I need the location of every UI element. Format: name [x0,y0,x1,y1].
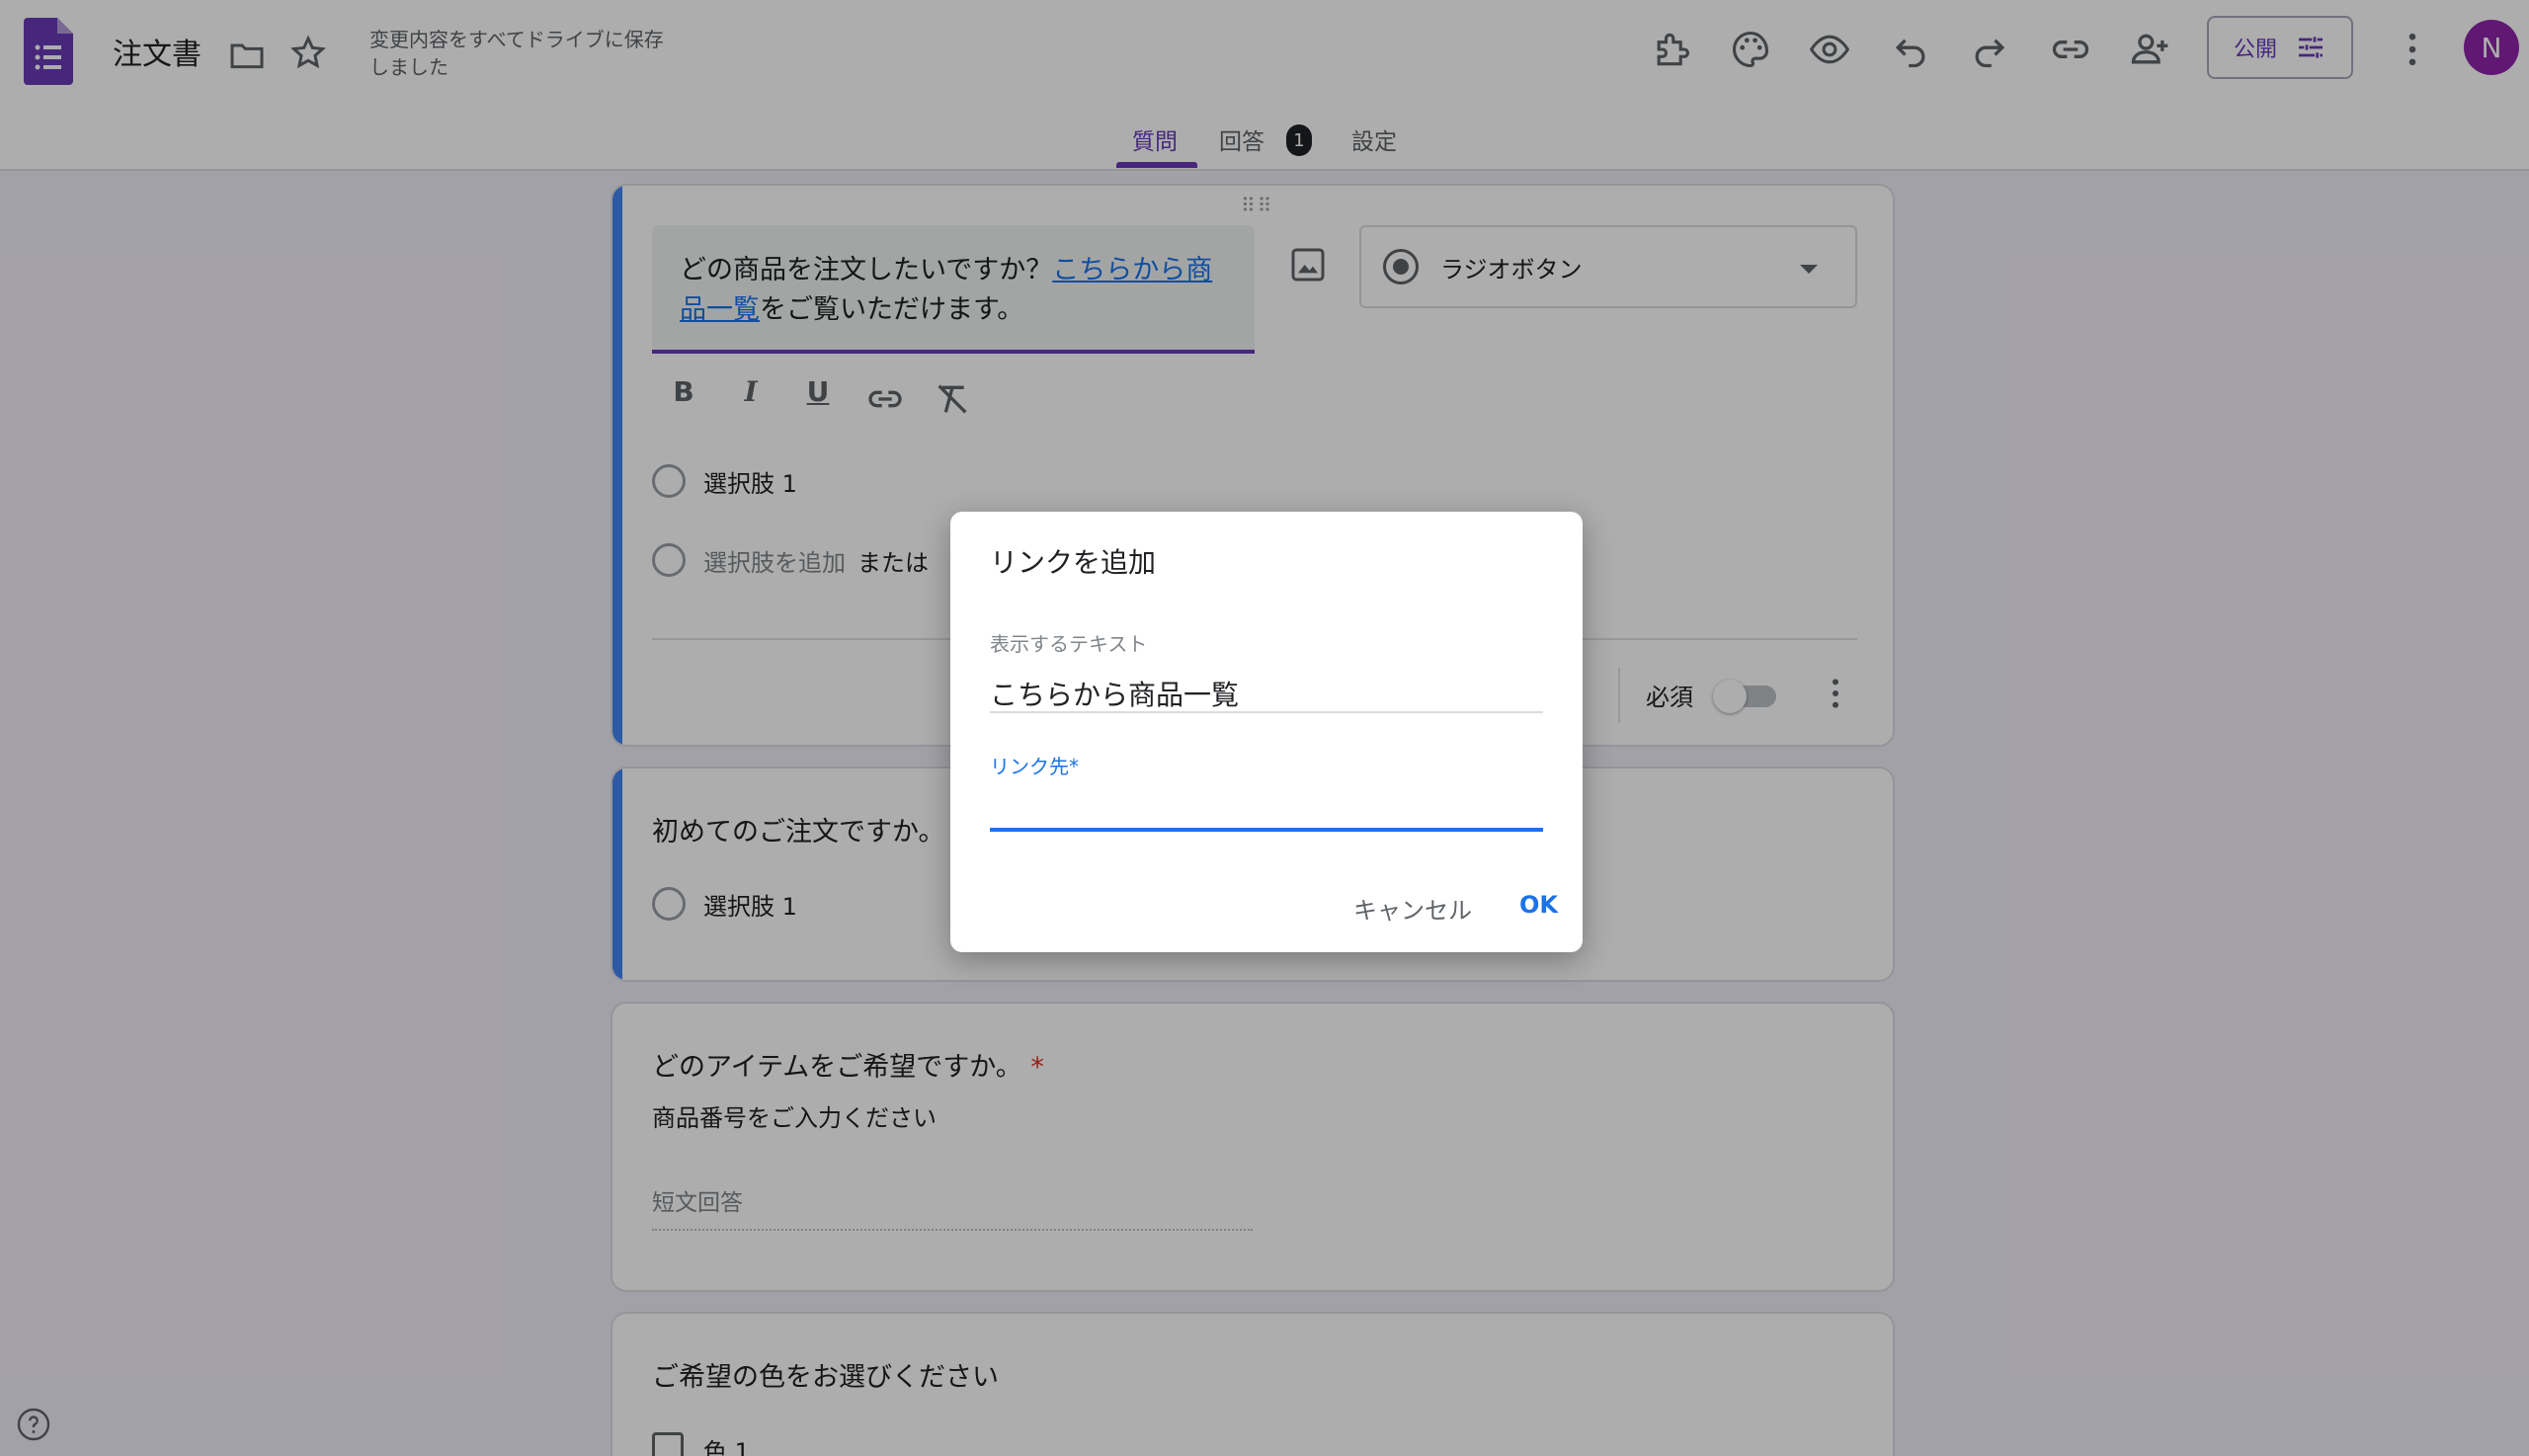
dialog-title: リンクを追加 [990,546,1157,579]
add-link-dialog: リンクを追加 表示するテキスト こちらから商品一覧 リンク先* キャンセル OK [950,512,1583,952]
cancel-button[interactable]: キャンセル [1353,891,1472,926]
display-text-underline [990,711,1543,713]
link-url-label: リンク先* [990,755,1079,778]
ok-button[interactable]: OK [1519,891,1558,919]
link-url-input[interactable] [990,778,1543,832]
display-text-label: 表示するテキスト [990,632,1148,656]
display-text-field[interactable]: こちらから商品一覧 [990,674,1239,713]
